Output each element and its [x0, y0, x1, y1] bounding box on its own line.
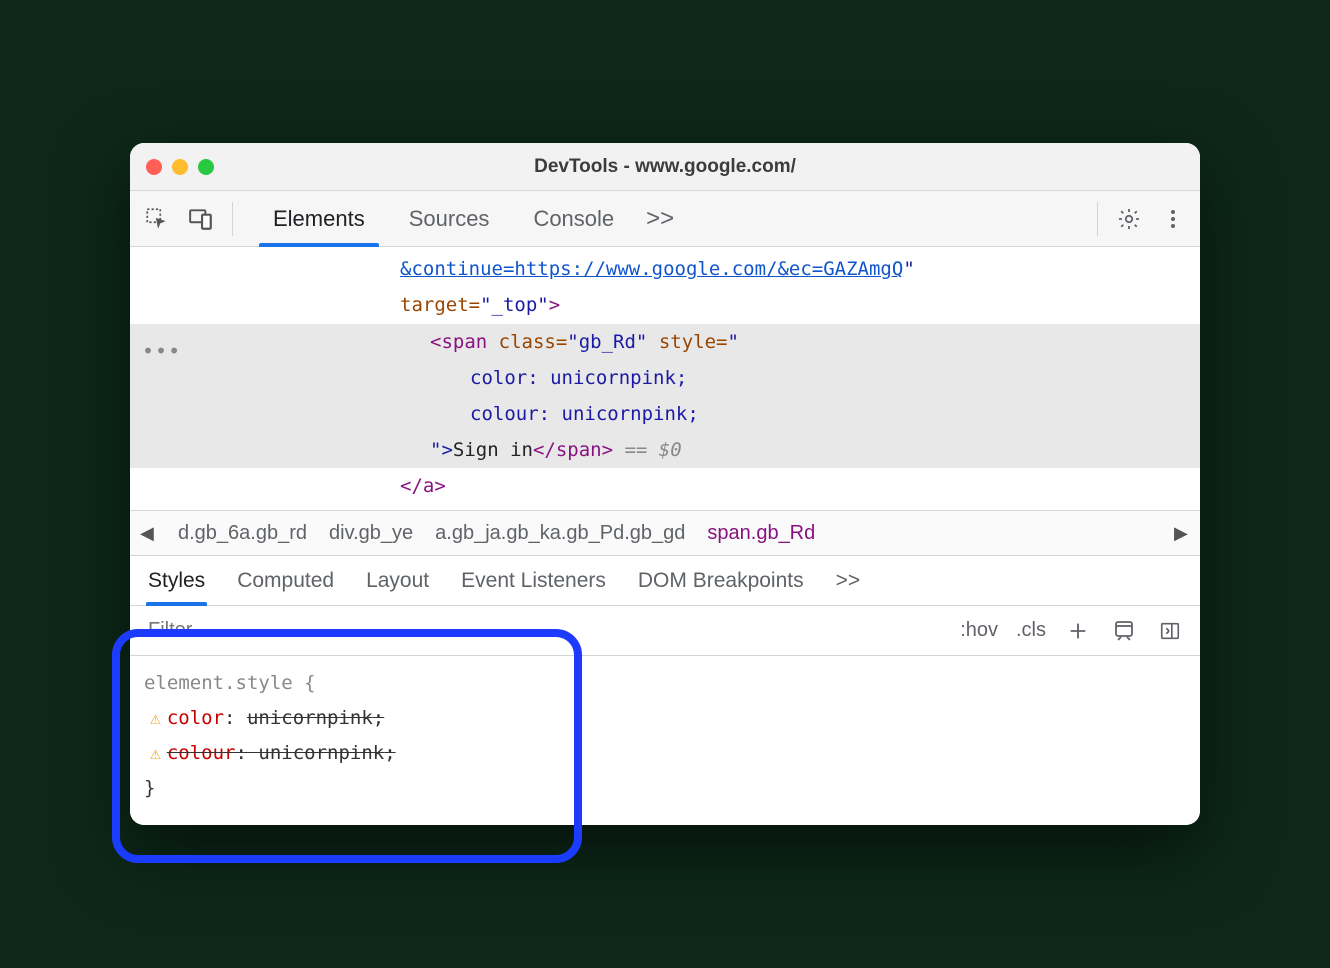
- toolbar-right: [1116, 206, 1186, 232]
- style-property[interactable]: ⚠ color: unicornpink;: [144, 701, 1186, 736]
- breadcrumb-item[interactable]: a.gb_ja.gb_ka.gb_Pd.gb_gd: [435, 522, 685, 545]
- inspect-element-icon[interactable]: [144, 206, 170, 232]
- warning-icon: ⚠: [150, 737, 161, 770]
- separator: [232, 202, 233, 236]
- subtab-dom-breakpoints[interactable]: DOM Breakpoints: [638, 556, 804, 605]
- dom-line[interactable]: colour: unicornpink;: [130, 396, 1200, 432]
- computed-styles-icon[interactable]: [1110, 617, 1138, 645]
- dom-line[interactable]: </a>: [130, 468, 1200, 504]
- style-actions: :hov .cls: [944, 617, 1200, 645]
- toggle-hover-button[interactable]: :hov: [960, 619, 998, 642]
- dom-tree[interactable]: &continue=https://www.google.com/&ec=GAZ…: [130, 247, 1200, 510]
- console-ref: == $0: [613, 439, 682, 461]
- breadcrumb-item-active[interactable]: span.gb_Rd: [707, 522, 815, 545]
- subtab-event-listeners[interactable]: Event Listeners: [461, 556, 606, 605]
- minimize-window-icon[interactable]: [172, 159, 188, 175]
- subtab-layout[interactable]: Layout: [366, 556, 429, 605]
- dom-line[interactable]: target="_top">: [130, 287, 1200, 323]
- url-fragment[interactable]: &continue=https://www.google.com/&ec=GAZ…: [400, 258, 903, 280]
- main-toolbar: Elements Sources Console >>: [130, 191, 1200, 247]
- breadcrumb-scroll-right-icon[interactable]: ▶: [1174, 523, 1190, 544]
- expand-dots-icon[interactable]: •••: [142, 332, 181, 370]
- warning-icon: ⚠: [150, 702, 161, 735]
- breadcrumb-item[interactable]: d.gb_6a.gb_rd: [178, 522, 307, 545]
- sidebar-tabs: Styles Computed Layout Event Listeners D…: [130, 556, 1200, 606]
- tab-console[interactable]: Console: [511, 191, 636, 246]
- toggle-sidebar-icon[interactable]: [1156, 617, 1184, 645]
- window-title: DevTools - www.google.com/: [130, 156, 1200, 178]
- window-controls: [146, 159, 214, 175]
- device-toggle-icon[interactable]: [188, 206, 214, 232]
- tab-elements[interactable]: Elements: [251, 191, 387, 246]
- more-tabs-icon[interactable]: >>: [636, 191, 684, 246]
- new-style-rule-icon[interactable]: [1064, 617, 1092, 645]
- titlebar: DevTools - www.google.com/: [130, 143, 1200, 191]
- style-close-brace: }: [144, 771, 1186, 806]
- more-subtabs-icon[interactable]: >>: [836, 556, 861, 605]
- dom-line[interactable]: &continue=https://www.google.com/&ec=GAZ…: [130, 251, 1200, 287]
- panel-tabs: Elements Sources Console >>: [251, 191, 1079, 246]
- dom-line[interactable]: ">Sign in</span> == $0: [130, 432, 1200, 468]
- breadcrumb-scroll-left-icon[interactable]: ◀: [140, 523, 156, 544]
- dom-line[interactable]: color: unicornpink;: [130, 360, 1200, 396]
- breadcrumb: ◀ d.gb_6a.gb_rd div.gb_ye a.gb_ja.gb_ka.…: [130, 510, 1200, 556]
- devtools-window: DevTools - www.google.com/ Elements Sour…: [130, 143, 1200, 824]
- tab-sources[interactable]: Sources: [387, 191, 512, 246]
- close-window-icon[interactable]: [146, 159, 162, 175]
- subtab-computed[interactable]: Computed: [237, 556, 334, 605]
- selected-node[interactable]: ••• <span class="gb_Rd" style=" color: u…: [130, 324, 1200, 468]
- style-property[interactable]: ⚠ colour: unicornpink;: [144, 736, 1186, 771]
- maximize-window-icon[interactable]: [198, 159, 214, 175]
- separator: [1097, 202, 1098, 236]
- style-selector[interactable]: element.style {: [144, 666, 1186, 701]
- dom-line[interactable]: <span class="gb_Rd" style=": [130, 324, 1200, 360]
- settings-icon[interactable]: [1116, 206, 1142, 232]
- toggle-classes-button[interactable]: .cls: [1016, 619, 1046, 642]
- styles-toolbar: :hov .cls: [130, 606, 1200, 656]
- kebab-menu-icon[interactable]: [1160, 206, 1186, 232]
- styles-pane[interactable]: element.style { ⚠ color: unicornpink; ⚠ …: [130, 656, 1200, 825]
- styles-filter-input[interactable]: [130, 619, 944, 642]
- breadcrumb-item[interactable]: div.gb_ye: [329, 522, 413, 545]
- subtab-styles[interactable]: Styles: [148, 556, 205, 605]
